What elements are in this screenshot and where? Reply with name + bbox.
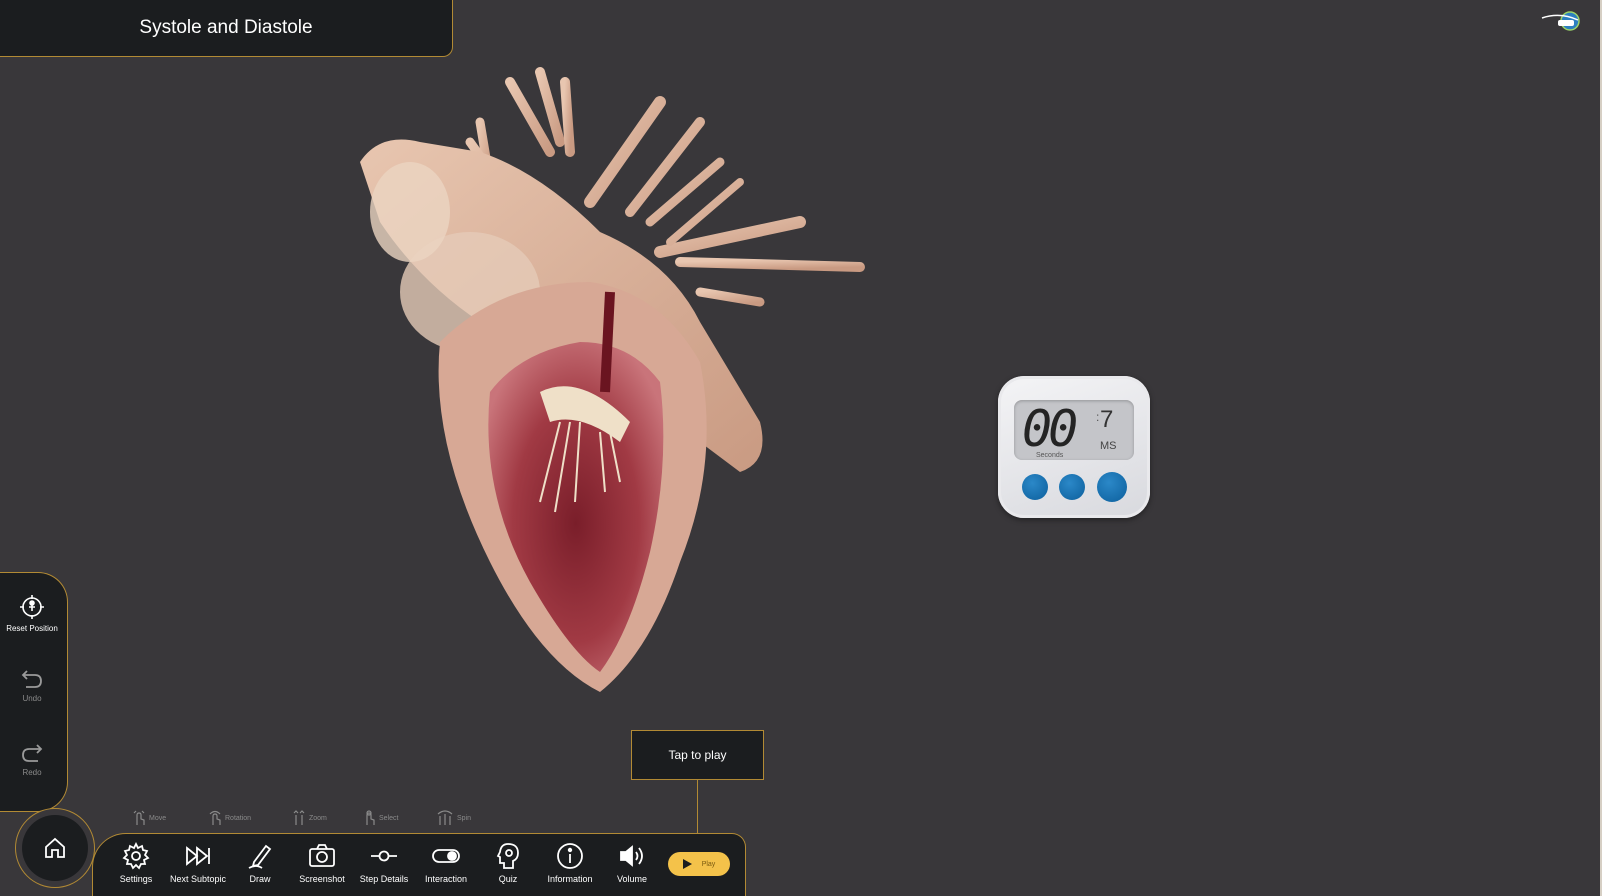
toggle-icon: [432, 849, 460, 863]
brand-logo-icon: [1541, 11, 1580, 31]
screenshot-label: Screenshot: [299, 874, 345, 884]
hint-move: Move: [132, 810, 166, 826]
bottom-toolbar: Settings Next Subtopic Draw Screenshot S…: [92, 833, 746, 896]
gear-icon: [122, 842, 150, 870]
play-icon: [682, 859, 692, 869]
quiz-icon: [496, 843, 519, 869]
select-gesture-icon: [366, 810, 375, 825]
information-button[interactable]: Information: [539, 842, 601, 892]
timer-separator: :: [1096, 410, 1100, 424]
timer-button-1[interactable]: [1022, 474, 1048, 500]
spin-gesture-icon: [437, 810, 453, 825]
reset-position-icon: [20, 594, 44, 619]
rotation-gesture-icon: [209, 810, 221, 825]
play-button[interactable]: Play: [668, 852, 730, 876]
side-panel: Reset Position Undo Redo: [0, 572, 68, 812]
right-atrium: [370, 162, 450, 262]
play-label: Play: [701, 860, 716, 868]
page-title: Systole and Diastole: [139, 17, 313, 38]
pen-icon: [248, 844, 272, 869]
timer-seconds-label: Seconds: [1036, 452, 1064, 459]
step-details-label: Step Details: [359, 874, 409, 884]
home-button[interactable]: [22, 815, 88, 881]
volume-label: Volume: [616, 874, 648, 884]
settings-label: Settings: [119, 874, 153, 884]
undo-label: Undo: [22, 693, 42, 703]
hint-select: Select: [362, 810, 398, 826]
interaction-button[interactable]: Interaction: [415, 842, 477, 892]
undo-icon: [21, 669, 42, 688]
home-button-ring: [15, 808, 95, 888]
timer-ms-label: MS: [1100, 440, 1117, 452]
home-icon: [45, 837, 65, 858]
hint-spin: Spin: [436, 810, 471, 826]
next-subtopic-button[interactable]: Next Subtopic: [167, 842, 229, 892]
reset-position-button[interactable]: Reset Position: [0, 583, 64, 643]
tap-to-play-tooltip: Tap to play: [631, 730, 764, 780]
interaction-label: Interaction: [424, 874, 468, 884]
title-bar: Systole and Diastole: [0, 0, 453, 57]
timer-widget: 00 : 7 MS Seconds: [998, 376, 1150, 518]
hint-zoom: Zoom: [292, 810, 327, 826]
hint-rotation: Rotation: [208, 810, 251, 826]
undo-button[interactable]: Undo: [0, 655, 64, 715]
timer-button-3[interactable]: [1097, 472, 1127, 502]
draw-label: Draw: [249, 874, 271, 884]
reset-position-label: Reset Position: [6, 623, 58, 633]
redo-button[interactable]: Redo: [0, 729, 64, 789]
info-icon: [557, 843, 583, 869]
skip-forward-icon: [186, 846, 210, 866]
tooltip-text: Tap to play: [668, 748, 727, 762]
settings-button[interactable]: Settings: [105, 842, 167, 892]
information-label: Information: [547, 874, 593, 884]
step-details-button[interactable]: Step Details: [353, 842, 415, 892]
camera-icon: [309, 844, 335, 867]
volume-button[interactable]: Volume: [601, 842, 663, 892]
quiz-button[interactable]: Quiz: [477, 842, 539, 892]
timer-button-2[interactable]: [1059, 474, 1085, 500]
timer-screen: 00 : 7 MS Seconds: [1014, 400, 1134, 460]
timer-ms-value: 7: [1100, 406, 1114, 433]
redo-icon: [22, 743, 43, 762]
timer-seconds: 00: [1022, 400, 1078, 458]
draw-button[interactable]: Draw: [229, 842, 291, 892]
screenshot-button[interactable]: Screenshot: [291, 842, 353, 892]
heart-model-viewport[interactable]: [340, 62, 900, 712]
next-subtopic-label: Next Subtopic: [169, 874, 227, 884]
volume-icon: [620, 845, 643, 867]
redo-label: Redo: [22, 767, 42, 777]
move-gesture-icon: [133, 810, 145, 825]
step-details-icon: [371, 850, 397, 862]
quiz-label: Quiz: [498, 874, 518, 884]
zoom-gesture-icon: [293, 810, 305, 825]
